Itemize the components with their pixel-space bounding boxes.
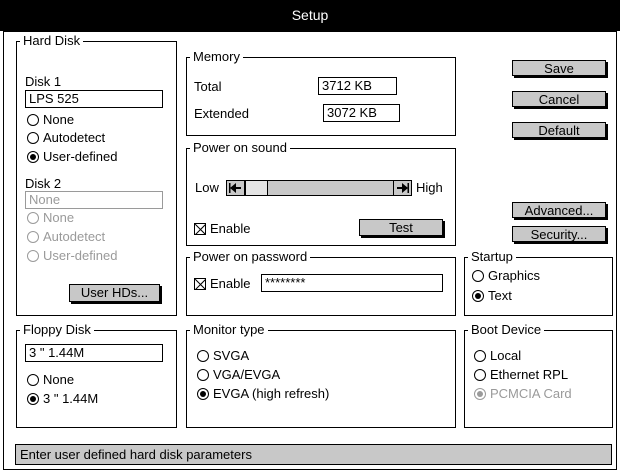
memory-total-field: 3712 KB [318,77,397,95]
memory-legend: Memory [190,49,243,65]
window-title: Setup [0,0,620,31]
test-button[interactable]: Test [359,219,443,236]
radio-label: Autodetect [43,229,106,244]
radio-circle [27,231,39,243]
checkbox-checked [194,223,206,235]
radio-circle-selected [27,151,39,163]
monitor-vga-evga-radio[interactable]: VGA/EVGA [197,367,280,383]
checkbox-checked [194,278,206,290]
radio-circle-selected [197,388,209,400]
radio-label: 3 " 1.44M [43,391,99,406]
startup-group: Startup [464,249,613,316]
hard-disk-legend: Hard Disk [20,33,84,49]
disk1-user-defined-radio[interactable]: User-defined [27,149,117,165]
sound-low-label: Low [195,180,219,195]
volume-slider-thumb[interactable] [245,180,268,196]
radio-label: None [43,210,75,225]
radio-circle [27,374,39,386]
disk1-autodetect-radio[interactable]: Autodetect [27,130,105,146]
floppy-field[interactable]: 3 " 1.44M [25,344,163,362]
memory-extended-field: 3072 KB [323,104,400,122]
disk2-autodetect-radio: Autodetect [27,229,105,245]
memory-group: Memory [186,49,456,136]
right-arrow-icon[interactable] [393,180,412,196]
radio-circle [472,270,484,282]
save-button[interactable]: Save [512,60,606,76]
radio-circle [197,369,209,381]
password-enable-checkbox[interactable]: Enable [194,276,250,292]
checkbox-label: Enable [210,276,251,291]
disk2-user-defined-radio: User-defined [27,248,117,264]
radio-circle-selected [472,290,484,302]
radio-label: Graphics [488,268,541,283]
monitor-type-legend: Monitor type [190,322,268,338]
disk2-field: None [25,191,163,209]
user-hds-button[interactable]: User HDs... [69,284,160,302]
status-bar: Enter user defined hard disk parameters [15,444,612,465]
left-arrow-icon[interactable] [226,180,245,196]
boot-pcmcia-card-radio: PCMCIA Card [474,386,572,402]
security-button[interactable]: Security... [512,226,606,242]
radio-label: None [43,112,75,127]
monitor-svga-radio[interactable]: SVGA [197,348,249,364]
floppy-144-radio[interactable]: 3 " 1.44M [27,391,98,407]
radio-circle [27,132,39,144]
disk2-label: Disk 2 [25,176,62,191]
radio-circle [474,350,486,362]
disk1-label: Disk 1 [25,74,62,89]
boot-device-legend: Boot Device [468,322,545,338]
radio-circle [27,114,39,126]
radio-label: VGA/EVGA [213,367,281,382]
radio-circle [27,212,39,224]
disk2-none-radio: None [27,210,74,226]
radio-circle-selected [27,393,39,405]
radio-label: EVGA (high refresh) [213,386,330,401]
radio-label: None [43,372,75,387]
floppy-disk-legend: Floppy Disk [20,322,94,338]
memory-total-label: Total [194,79,222,94]
cancel-button[interactable]: Cancel [512,91,606,107]
boot-ethernet-rpl-radio[interactable]: Ethernet RPL [474,367,568,383]
password-field[interactable]: ******** [261,274,443,292]
radio-circle [27,250,39,262]
memory-extended-label: Extended [194,106,249,121]
radio-circle [474,369,486,381]
radio-label: User-defined [43,248,118,263]
checkbox-label: Enable [210,221,251,236]
radio-circle-selected [474,388,486,400]
power-on-password-legend: Power on password [190,249,311,265]
startup-graphics-radio[interactable]: Graphics [472,268,540,284]
radio-label: User-defined [43,149,118,164]
boot-local-radio[interactable]: Local [474,348,521,364]
startup-legend: Startup [468,249,516,265]
radio-label: SVGA [213,348,250,363]
power-on-sound-legend: Power on sound [190,140,290,156]
advanced-button[interactable]: Advanced... [512,202,606,218]
disk1-none-radio[interactable]: None [27,112,74,128]
monitor-evga-high-refresh-radio[interactable]: EVGA (high refresh) [197,386,329,402]
radio-circle [197,350,209,362]
disk1-field[interactable]: LPS 525 [25,90,163,108]
radio-label: Autodetect [43,130,106,145]
radio-label: Text [488,288,512,303]
startup-text-radio[interactable]: Text [472,288,512,304]
floppy-none-radio[interactable]: None [27,372,74,388]
sound-enable-checkbox[interactable]: Enable [194,221,250,237]
radio-label: PCMCIA Card [490,386,572,401]
default-button[interactable]: Default [512,122,606,138]
radio-label: Ethernet RPL [490,367,569,382]
sound-high-label: High [416,180,443,195]
radio-label: Local [490,348,522,363]
